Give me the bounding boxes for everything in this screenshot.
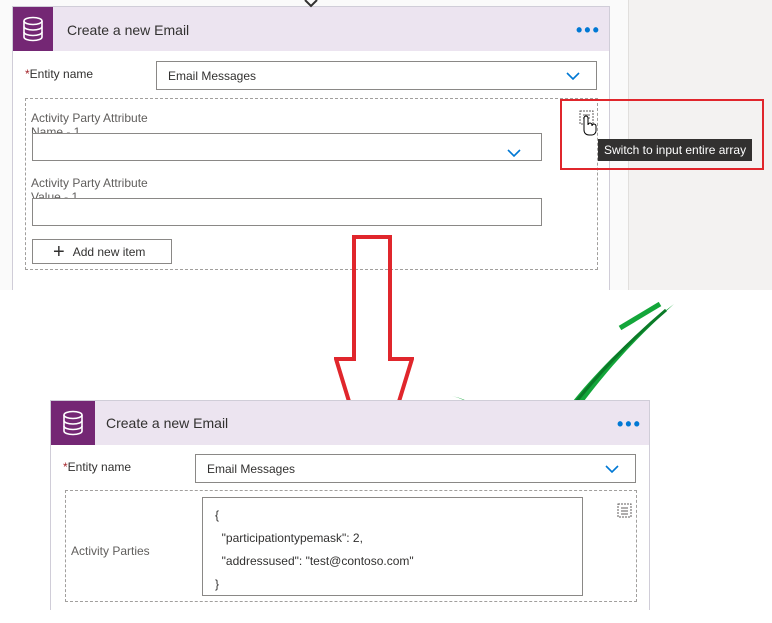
activity-parties-array: Activity Party Attribute Name - 1 Activi… xyxy=(25,98,598,270)
chevron-down-icon xyxy=(566,69,580,83)
dataverse-icon xyxy=(13,7,53,51)
chevron-down-icon xyxy=(507,144,521,162)
connector-arrow-icon xyxy=(304,0,318,8)
entity-name-label: *Entity name xyxy=(25,67,93,81)
entity-name-text: Entity name xyxy=(29,67,94,81)
party-name-label-line1: Activity Party Attribute xyxy=(31,111,148,125)
more-options-icon[interactable]: ••• xyxy=(617,415,642,433)
json-line: } xyxy=(215,577,220,591)
switch-array-tooltip: Switch to input entire array xyxy=(598,139,753,161)
entity-name-value: Email Messages xyxy=(168,68,257,83)
activity-parties-array: Activity Parties { "participationtypemas… xyxy=(65,490,637,602)
json-line: "addressused": "test@contoso.com" xyxy=(215,554,414,568)
action-card-header[interactable]: Create a new Email ••• xyxy=(13,7,609,51)
add-new-item-label: Add new item xyxy=(72,244,146,259)
action-card-header[interactable]: Create a new Email ••• xyxy=(51,401,649,445)
entity-name-dropdown[interactable]: Email Messages xyxy=(156,61,597,90)
entity-name-label: *Entity name xyxy=(63,460,131,474)
json-line: "participationtypemask": 2, xyxy=(215,531,363,545)
activity-parties-json-input[interactable]: { "participationtypemask": 2, "addressus… xyxy=(202,497,583,596)
party-name-label: Activity Party Attribute Name - 1 xyxy=(31,111,148,134)
party-value-input[interactable] xyxy=(32,198,542,226)
action-card-after: Create a new Email ••• *Entity name Emai… xyxy=(50,400,650,610)
entity-name-value: Email Messages xyxy=(207,461,296,476)
switch-detail-icon[interactable] xyxy=(616,502,634,520)
dataverse-icon xyxy=(51,401,95,445)
add-new-item-button[interactable]: + Add new item xyxy=(32,239,172,264)
action-title[interactable]: Create a new Email xyxy=(67,22,189,38)
plus-icon: + xyxy=(53,240,65,263)
party-name-dropdown[interactable] xyxy=(32,133,542,161)
more-options-icon[interactable]: ••• xyxy=(576,21,601,39)
json-line: { xyxy=(215,508,220,522)
activity-parties-label: Activity Parties xyxy=(71,544,150,558)
entity-name-text: Entity name xyxy=(67,460,132,474)
chevron-down-icon xyxy=(605,462,619,476)
action-card-before: Create a new Email ••• *Entity name Emai… xyxy=(12,6,610,290)
action-title[interactable]: Create a new Email xyxy=(106,415,228,431)
entity-name-dropdown[interactable]: Email Messages xyxy=(195,454,636,483)
party-value-label: Activity Party Attribute Value - 1 xyxy=(31,176,148,199)
party-value-label-line1: Activity Party Attribute xyxy=(31,176,148,190)
